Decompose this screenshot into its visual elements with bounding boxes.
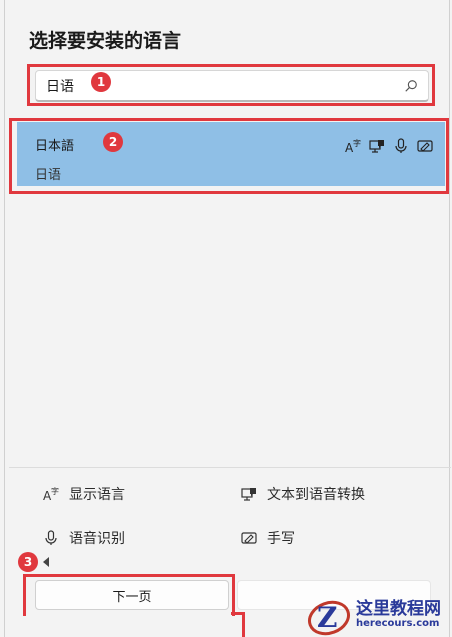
- display-language-icon: A 字: [43, 486, 59, 502]
- annotation-badge-3: 3: [18, 552, 38, 572]
- handwriting-icon: [241, 532, 257, 544]
- annotation-box-next-button-tail: [231, 612, 245, 637]
- svg-text:字: 字: [353, 138, 361, 148]
- legend-handwriting: 手写: [241, 528, 295, 548]
- back-arrow-icon: [43, 557, 49, 567]
- legend-label: 手写: [267, 531, 295, 547]
- site-watermark: Z 这里教程网 herecours.com: [306, 594, 452, 637]
- legend-display-language: A 字 显示语言: [43, 484, 125, 504]
- watermark-url: herecours.com: [356, 618, 440, 630]
- language-localized-name: 日语: [35, 168, 62, 183]
- watermark-logo-icon: Z: [308, 600, 350, 635]
- svg-text:Z: Z: [317, 601, 337, 634]
- language-search-input[interactable]: [36, 71, 376, 100]
- annotation-badge-2: 2: [103, 132, 123, 152]
- language-native-name: 日本語: [35, 139, 75, 154]
- handwriting-icon: [417, 138, 433, 154]
- legend-speech-recognition: 语音识别: [43, 528, 125, 548]
- speech-recognition-icon: [45, 530, 57, 545]
- display-language-icon: A 字: [345, 138, 361, 155]
- next-button[interactable]: 下一页: [35, 580, 229, 610]
- legend-label: 文本到语音转换: [267, 487, 365, 503]
- legend-text-to-speech: 文本到语音转换: [241, 484, 365, 504]
- language-list: 日本語 日语 A 字: [9, 118, 449, 468]
- search-icon[interactable]: [404, 79, 418, 93]
- dialog-title: 选择要安装的语言: [29, 30, 182, 52]
- text-to-speech-icon: [241, 488, 256, 501]
- legend-label: 语音识别: [69, 531, 125, 547]
- annotation-badge-1: 1: [91, 72, 111, 92]
- text-to-speech-icon: [369, 138, 385, 154]
- language-item-japanese[interactable]: 日本語 日语 A 字: [17, 122, 445, 186]
- watermark-title: 这里教程网: [356, 599, 441, 620]
- legend-divider: [9, 467, 451, 468]
- legend-label: 显示语言: [69, 487, 125, 503]
- speech-recognition-icon: [393, 138, 409, 154]
- svg-text:字: 字: [51, 486, 59, 496]
- install-language-dialog: 选择要安装的语言 1 日本語 日语 A 字: [4, 0, 451, 637]
- language-feature-icons: A 字: [345, 138, 433, 155]
